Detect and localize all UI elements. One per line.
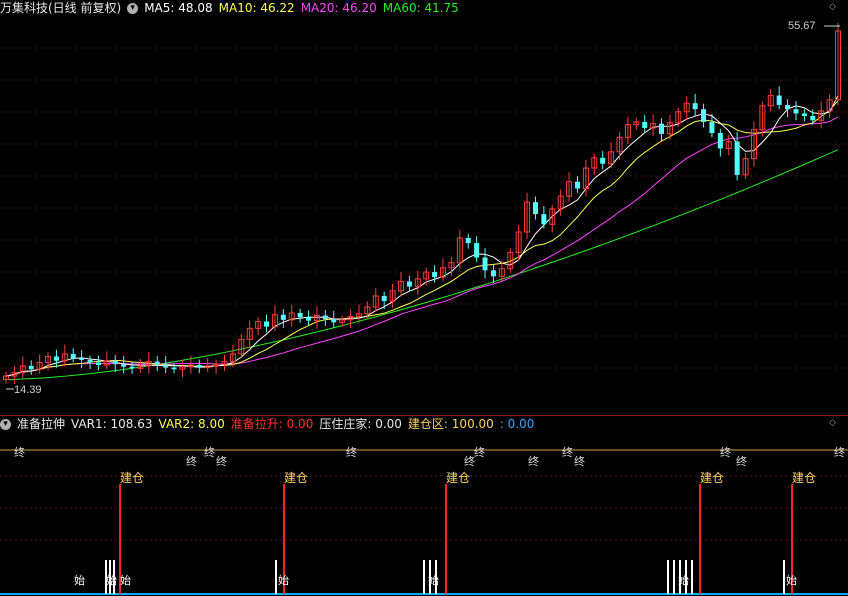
candle-down (642, 121, 648, 128)
candle-down (600, 157, 606, 164)
candlestick-chart[interactable]: 55.67 14.39 (0, 17, 848, 415)
ma20-legend: MA20: 46.20 (300, 1, 377, 15)
candle-down (406, 281, 412, 287)
candle-down (776, 95, 782, 105)
candle-down (196, 365, 202, 368)
candle-down (810, 116, 816, 121)
candle-down (121, 364, 127, 367)
candle-down (28, 365, 34, 370)
end-signal-label: 终 (186, 454, 197, 468)
candle-down (264, 321, 270, 327)
candle-down (163, 364, 169, 368)
candle-down (474, 243, 480, 258)
ma10-legend: MA10: 46.22 (218, 1, 295, 15)
indicator-header: ▾ 准备拉伸 VAR1: 108.63 VAR2: 8.00 准备拉升: 0.00 压住庄… (0, 416, 540, 433)
candle-down (574, 181, 580, 189)
start-signal-label: 始 (106, 573, 117, 587)
candle-down (801, 113, 807, 117)
candle-down (432, 272, 438, 278)
candle-down (381, 295, 387, 302)
candle-down (692, 103, 698, 110)
candle-down (659, 123, 665, 134)
stock-title[interactable]: 万集科技(日线 前复权) (0, 1, 121, 15)
end-signal-label: 终 (562, 445, 573, 459)
candle-down (541, 214, 547, 225)
candle-down (306, 317, 312, 321)
ma5-line (5, 95, 839, 377)
var2-legend: VAR2: 8.00 (158, 417, 225, 431)
candle-down (154, 361, 160, 365)
candle-down (717, 133, 723, 149)
start-signal-label: 始 (678, 573, 689, 587)
indicator-chart[interactable]: 终终终终终终终终终终终终终建仓 建仓 建仓 建仓 建仓始始始始始始始 (0, 432, 848, 596)
candle-down (793, 109, 799, 114)
var1-legend: VAR1: 108.63 (71, 417, 153, 431)
indicator-name[interactable]: 准备拉伸 (17, 417, 65, 431)
candle-down (322, 315, 328, 319)
end-signal-label: 终 (216, 454, 227, 468)
chevron-down-icon[interactable]: ▾ (0, 419, 11, 430)
candle-down (280, 314, 286, 320)
end-signal-label: 终 (528, 454, 539, 468)
indicator-diamond-icon[interactable]: ◇ (829, 418, 836, 428)
price-high-label: 55.67 (788, 20, 816, 32)
settings-diamond-icon[interactable]: ◇ (829, 2, 836, 12)
candle-down (465, 237, 471, 244)
candle-down (331, 318, 337, 323)
chevron-down-icon[interactable]: ▾ (127, 3, 139, 14)
candle-down (297, 312, 303, 318)
end-signal-label: 终 (474, 445, 485, 459)
start-signal-label: 始 (278, 573, 289, 587)
candle-down (112, 360, 118, 365)
candle-down (129, 366, 135, 369)
end-signal-label: 终 (346, 445, 357, 459)
ma60-legend: MA60: 41.75 (382, 1, 459, 15)
end-signal-label: 终 (834, 445, 845, 459)
candle-down (171, 367, 177, 370)
main-chart-header: 万集科技(日线 前复权) ▾ MA5: 48.08 MA10: 46.22 MA20: … (0, 0, 465, 17)
ma20-line (5, 116, 839, 377)
candle-down (70, 353, 76, 359)
end-signal-label: 终 (736, 454, 747, 468)
extra-legend: : 0.00 (499, 417, 535, 431)
build-signal-label: 建仓 (792, 471, 816, 485)
candle-down (95, 362, 101, 366)
build-signal-label: 建仓 (446, 471, 470, 485)
candle-down (532, 202, 538, 215)
build-legend: 建仓区: 100.00 (407, 417, 494, 431)
candle-down (785, 104, 791, 110)
candle-down (482, 257, 488, 271)
ma10-line (5, 100, 839, 377)
candle-down (87, 359, 93, 363)
start-signal-label: 始 (74, 573, 85, 587)
candle-down (701, 109, 707, 122)
candle-down (490, 270, 496, 277)
press-legend: 压住庄家: 0.00 (319, 417, 402, 431)
candle-down (709, 121, 715, 134)
build-signal-label: 建仓 (700, 471, 724, 485)
candle-down (734, 141, 740, 175)
candle-down (53, 356, 59, 361)
start-signal-label: 始 (120, 573, 131, 587)
ma60-line (5, 149, 839, 381)
start-signal-label: 始 (786, 573, 797, 587)
end-signal-label: 终 (14, 445, 25, 459)
build-signal-label: 建仓 (120, 471, 144, 485)
price-low-label: 14.39 (14, 384, 42, 396)
start-signal-label: 始 (428, 573, 439, 587)
end-signal-label: 终 (574, 454, 585, 468)
end-signal-label: 终 (204, 445, 215, 459)
end-signal-label: 终 (720, 445, 731, 459)
pull-legend: 准备拉升: 0.00 (230, 417, 314, 431)
build-signal-label: 建仓 (284, 471, 308, 485)
ma5-legend: MA5: 48.08 (144, 1, 213, 15)
candle-down (79, 358, 85, 360)
